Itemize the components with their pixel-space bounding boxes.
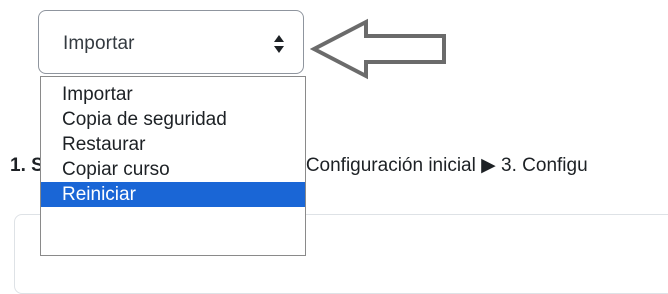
select-dropdown-list: Importar Copia de seguridad Restaurar Co…: [40, 76, 306, 256]
option-restaurar[interactable]: Restaurar: [41, 132, 305, 157]
step-2-label: Configuración inicial: [305, 155, 476, 176]
option-copia-de-seguridad[interactable]: Copia de seguridad: [41, 107, 305, 132]
option-copiar-curso[interactable]: Copiar curso: [41, 157, 305, 182]
pointer-arrow-icon: [310, 18, 446, 80]
select-arrows-icon: [274, 35, 284, 53]
step-3-label: 3. Configu: [501, 155, 588, 176]
action-select[interactable]: Importar: [38, 10, 304, 74]
select-current-value: Importar: [63, 33, 135, 54]
step-separator-icon: ▶: [481, 155, 496, 176]
option-reiniciar[interactable]: Reiniciar: [41, 182, 305, 207]
step-1-label: 1. S: [10, 155, 44, 176]
option-importar[interactable]: Importar: [41, 82, 305, 107]
